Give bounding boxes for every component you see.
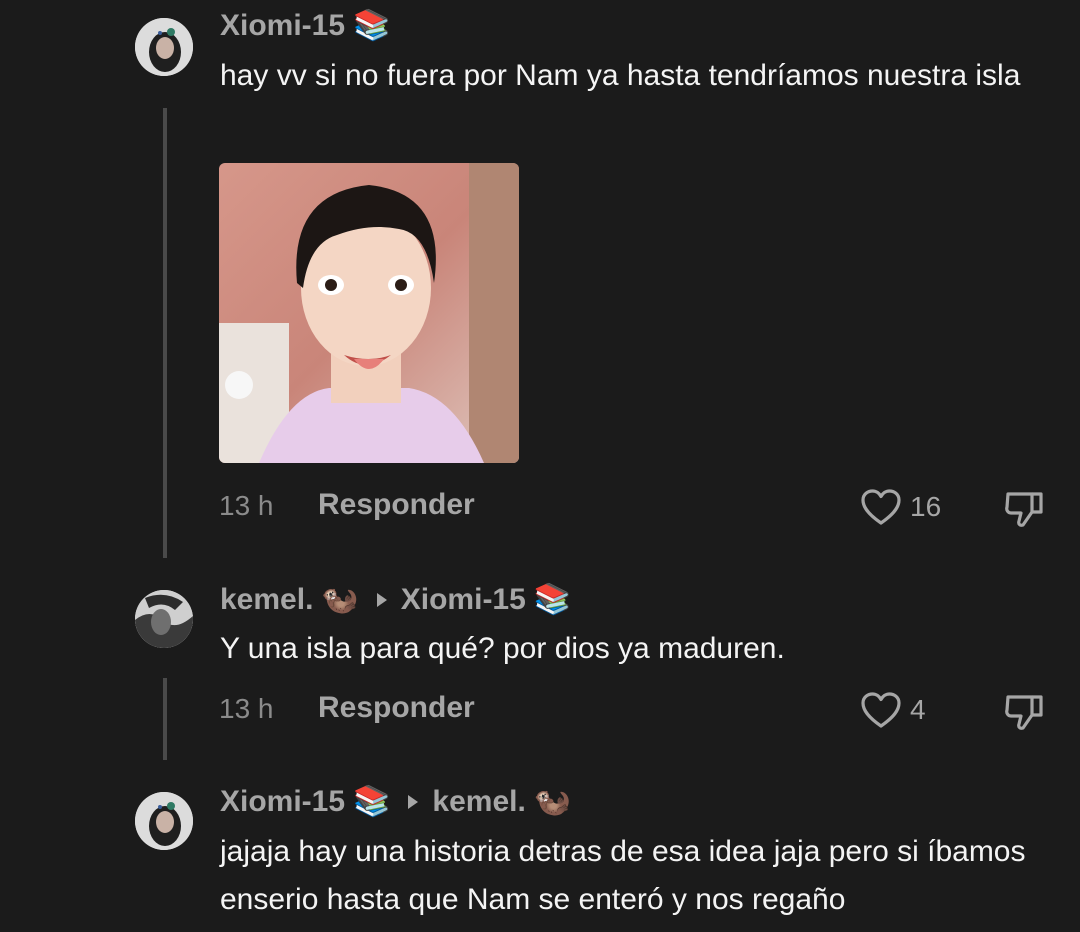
avatar[interactable]: [135, 18, 193, 76]
comment-username[interactable]: Xiomi-15 📚 kemel. 🦦: [220, 784, 571, 819]
username-text[interactable]: kemel.: [220, 583, 313, 617]
thumbs-down-outline-icon: [1005, 695, 1043, 730]
like-count: 16: [910, 491, 942, 522]
username-text[interactable]: Xiomi-15: [220, 9, 345, 43]
comment-image[interactable]: [219, 163, 519, 463]
thread-line: [163, 678, 167, 760]
comment-text: jajaja hay una historia detras de esa id…: [220, 835, 1026, 916]
dislike-button[interactable]: [1002, 691, 1046, 738]
reply-to-username[interactable]: Xiomi-15: [401, 583, 526, 617]
comment-text: Y una isla para qué? por dios ya maduren…: [220, 632, 785, 665]
reply-button[interactable]: Responder: [318, 691, 475, 725]
books-emoji-icon: 📚: [353, 785, 391, 818]
otter-emoji-icon: 🦦: [321, 583, 359, 616]
heart-outline-icon: [861, 692, 901, 728]
like-button[interactable]: 16: [860, 488, 941, 526]
dislike-button[interactable]: [1002, 488, 1046, 535]
thread-line: [163, 108, 167, 558]
books-emoji-icon: 📚: [353, 9, 391, 42]
comment-timestamp: 13 h: [219, 693, 274, 724]
username-text[interactable]: Xiomi-15: [220, 785, 345, 819]
reply-to-username[interactable]: kemel.: [432, 785, 525, 819]
thumbs-down-outline-icon: [1005, 492, 1043, 527]
comment-username[interactable]: Xiomi-15 📚: [220, 8, 390, 43]
reply-button[interactable]: Responder: [318, 488, 475, 522]
like-button[interactable]: 4: [860, 691, 926, 729]
like-count: 4: [910, 694, 926, 725]
comment-timestamp: 13 h: [219, 490, 274, 521]
comment-username[interactable]: kemel. 🦦 Xiomi-15 📚: [220, 582, 571, 617]
triangle-right-icon: [408, 794, 419, 809]
otter-emoji-icon: 🦦: [533, 785, 572, 818]
avatar[interactable]: [135, 590, 193, 648]
comments-thread: Xiomi-15 📚 hay vv si no fuera por Nam ya…: [0, 0, 1080, 932]
books-emoji-icon: 📚: [533, 583, 572, 616]
triangle-right-icon: [376, 592, 387, 607]
comment-text: hay vv si no fuera por Nam ya hasta tend…: [220, 59, 1021, 92]
heart-outline-icon: [861, 489, 901, 525]
avatar[interactable]: [135, 792, 193, 850]
